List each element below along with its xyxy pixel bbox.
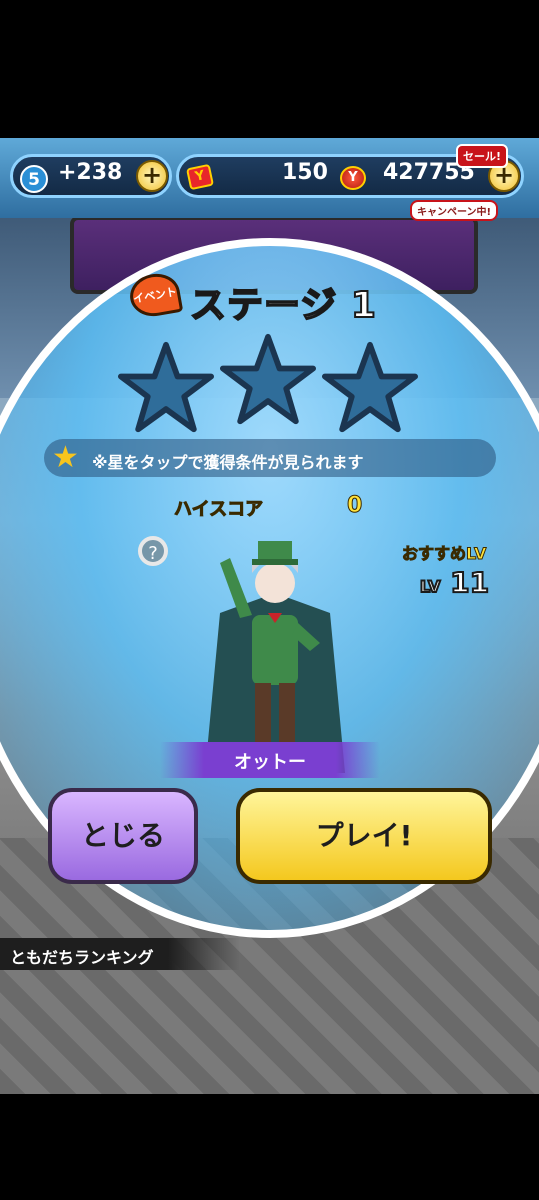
game-screen: 5 +238 + Y 150 Y 427755 + セール! キャンペーン中! … (0, 138, 539, 1094)
close-button[interactable]: とじる (48, 788, 198, 884)
stamina-bonus: +238 (58, 160, 123, 185)
sale-badge[interactable]: セール! (456, 144, 509, 168)
highscore-value: 0 (346, 493, 363, 519)
hint-star-icon: ★ (52, 440, 79, 475)
friend-ranking-label[interactable]: ともだちランキング (10, 944, 154, 968)
highscore-label: ハイスコア (173, 499, 264, 521)
add-stamina-button[interactable]: + (136, 160, 168, 192)
top-hud: 5 +238 + Y 150 Y 427755 + セール! キャンペーン中! (0, 138, 539, 221)
campaign-badge[interactable]: キャンペーン中! (410, 200, 499, 221)
star-2-icon[interactable] (220, 332, 316, 428)
stamina-level-badge: 5 (20, 165, 48, 193)
star-hint-text: ※星をタップで獲得条件が見られます (92, 453, 364, 472)
recommended-lv-value: 11 (449, 565, 490, 600)
money-icon: Y (340, 166, 366, 190)
recommended-lv: LV 11 (419, 565, 490, 600)
magnify-icon[interactable]: ? (138, 536, 168, 566)
recommended-lv-prefix: LV (419, 576, 441, 597)
character-name: オットー (234, 752, 306, 773)
star-1-icon[interactable] (118, 340, 214, 436)
ticket-count: 150 (282, 160, 328, 185)
recommended-lv-label: おすすめLV (401, 544, 487, 564)
star-3-icon[interactable] (322, 340, 418, 436)
stage-stars (118, 332, 418, 442)
play-button[interactable]: プレイ! (236, 788, 492, 884)
stage-title: ステージ 1 (189, 284, 377, 327)
